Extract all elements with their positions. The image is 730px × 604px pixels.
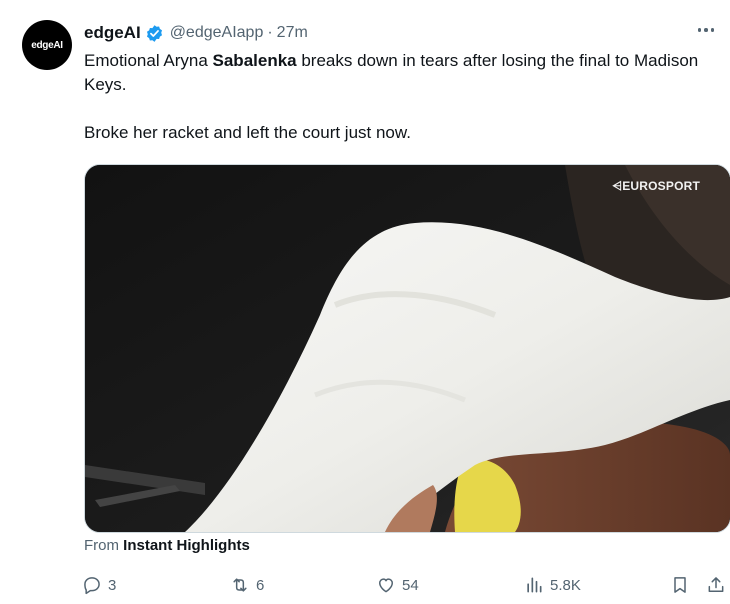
bookmark-button[interactable] [670, 572, 696, 598]
repost-icon [233, 578, 247, 592]
timestamp[interactable]: 27m [277, 24, 308, 42]
tweet-card: edgeAI edgeAI @edgeAIapp · 27m Emotional… [0, 0, 730, 604]
bookmark-icon [674, 577, 686, 593]
share-icon [708, 577, 724, 592]
more-icon[interactable] [694, 24, 719, 36]
reply-button[interactable]: 3 [82, 572, 116, 598]
mention-bold: Sabalenka [212, 51, 297, 70]
tweet-header: edgeAI @edgeAIapp · 27m [84, 21, 308, 45]
watermark-text: ⩤EUROSPORT [612, 179, 700, 193]
like-button[interactable]: 54 [376, 572, 419, 598]
views-icon [527, 577, 542, 593]
avatar-text: edgeAI [31, 39, 63, 51]
tweet-line-1: Emotional Aryna Sabalenka breaks down in… [84, 51, 699, 94]
views-count: 5.8K [550, 576, 581, 594]
verified-badge-icon [146, 24, 162, 42]
eurosport-logo-icon: ⩤ [612, 179, 623, 193]
views-button[interactable]: 5.8K [524, 572, 581, 598]
repost-button[interactable]: 6 [230, 572, 264, 598]
share-button[interactable] [706, 572, 730, 598]
action-bar: 3 6 54 5.8K [0, 572, 730, 600]
repost-count: 6 [256, 576, 265, 594]
tweet-text: Emotional Aryna Sabalenka breaks down in… [84, 49, 714, 145]
source-label: From Instant Highlights [84, 537, 250, 554]
like-icon [379, 578, 393, 593]
avatar[interactable]: edgeAI [22, 20, 72, 70]
tweet-line-2: Broke her racket and left the court just… [84, 123, 411, 142]
video-thumbnail[interactable]: ⩤EUROSPORT [84, 164, 730, 533]
like-count: 54 [402, 576, 419, 594]
separator: · [267, 24, 273, 41]
author-name[interactable]: edgeAI [84, 23, 141, 43]
video-frame [85, 165, 730, 532]
source-name[interactable]: Instant Highlights [123, 537, 250, 554]
reply-icon [84, 577, 100, 595]
author-handle[interactable]: @edgeAIapp [170, 24, 264, 42]
reply-count: 3 [108, 576, 117, 594]
